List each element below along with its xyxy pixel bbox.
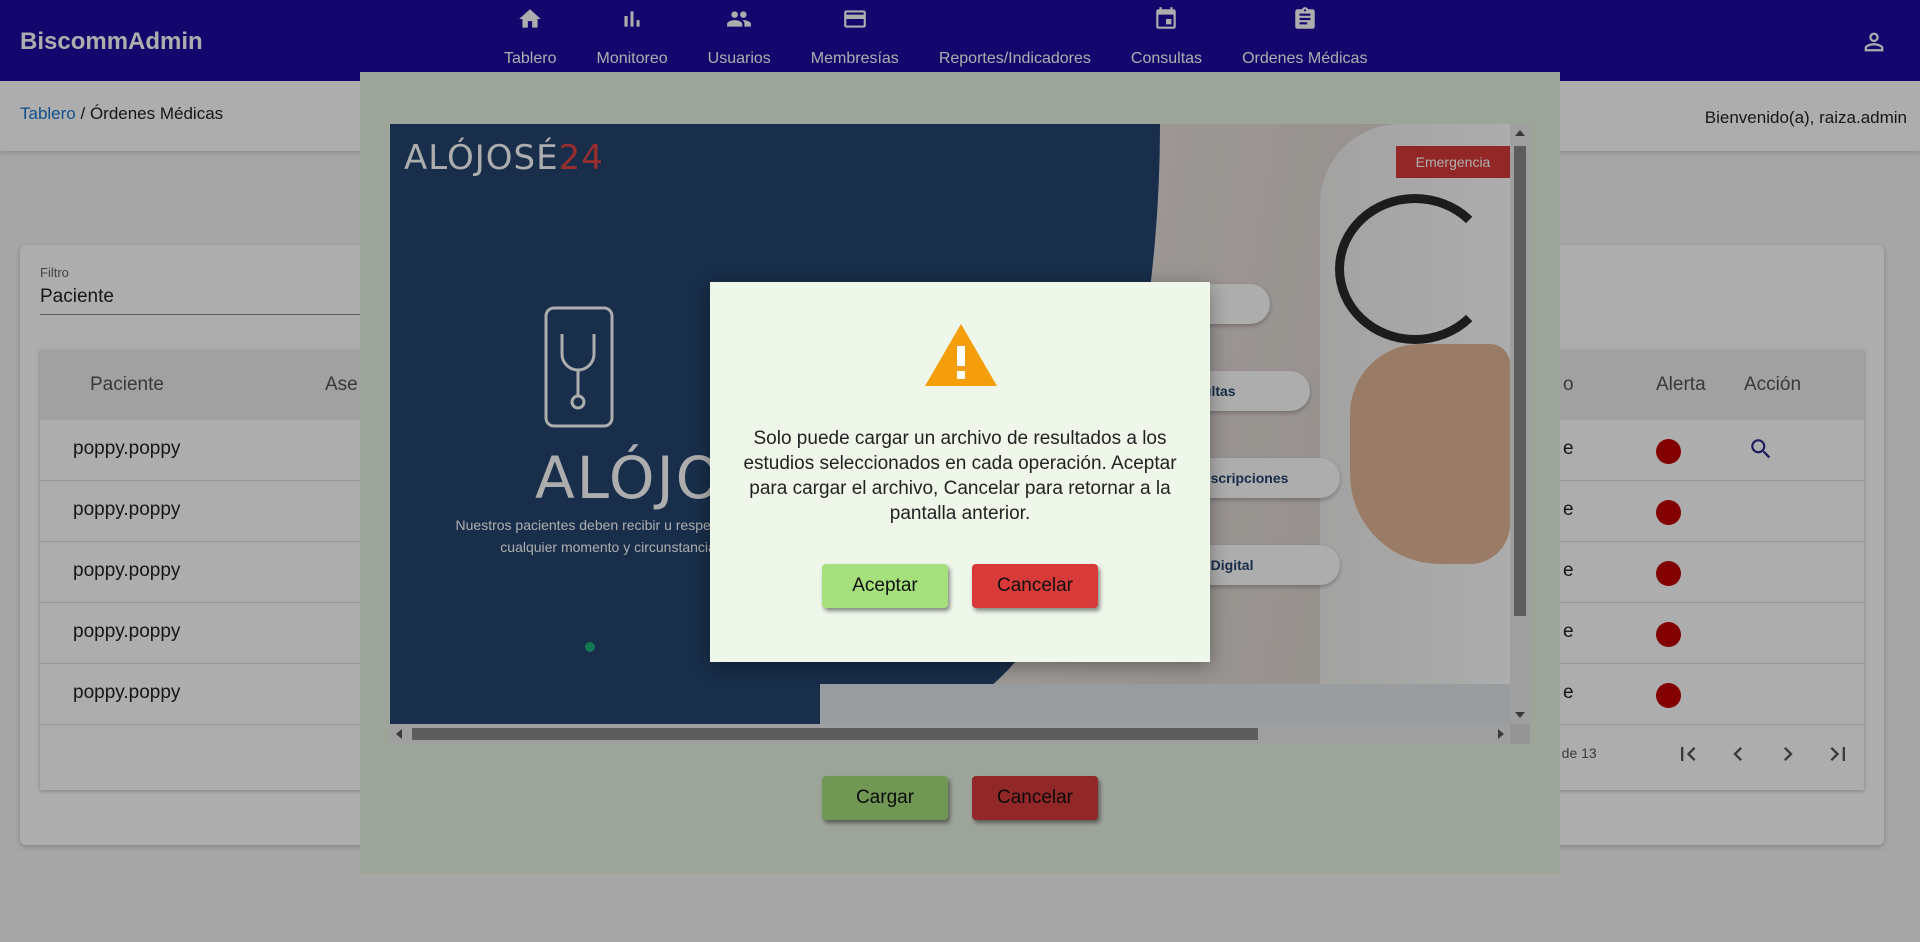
dialog-cancel-button[interactable]: Cancelar (972, 564, 1098, 608)
accept-button[interactable]: Aceptar (822, 564, 948, 608)
warning-icon (925, 324, 997, 386)
dialog-message: Solo puede cargar un archivo de resultad… (743, 428, 1177, 524)
confirm-dialog: Solo puede cargar un archivo de resultad… (710, 282, 1210, 662)
